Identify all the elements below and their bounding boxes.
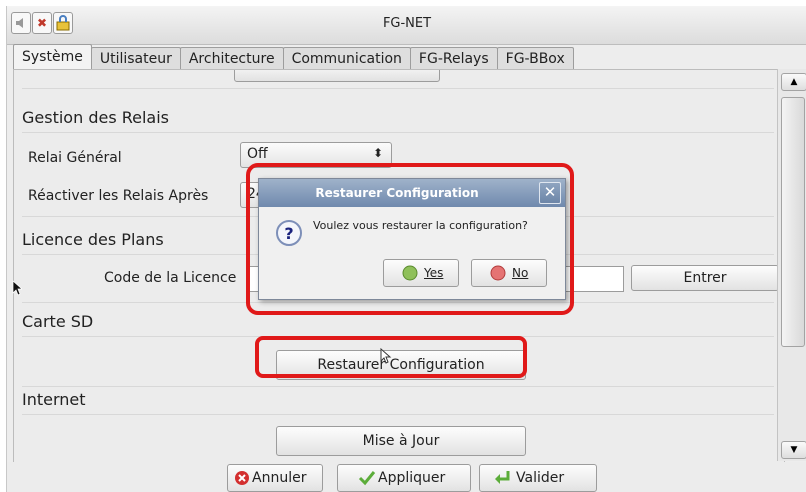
annuler-button[interactable]: Annuler [227,464,323,492]
section-gestion-relais: Gestion des Relais [22,108,170,127]
window-title: FG-NET [382,16,432,31]
divider [22,88,774,89]
tab-communication[interactable]: Communication [282,47,411,70]
tab-fg-relays[interactable]: FG-Relays [409,47,498,70]
scroll-thumb[interactable] [781,97,805,347]
tab-architecture[interactable]: Architecture [179,47,284,70]
divider [22,132,774,133]
tab-bar: Système Utilisateur Architecture Communi… [13,44,574,70]
footer-bar: Annuler Appliquer Valider [7,462,806,492]
entrer-button[interactable]: Entrer [631,265,779,291]
divider [22,386,774,387]
arrow-icon [494,470,512,490]
reactiver-label: Réactiver les Relais Après [28,188,209,204]
cancel-icon [234,470,250,490]
annuler-label: Annuler [252,470,307,486]
scroll-up-icon[interactable]: ▲ [781,73,806,91]
tab-fg-bbox[interactable]: FG-BBox [496,47,574,70]
tab-utilisateur[interactable]: Utilisateur [90,47,181,70]
section-carte-sd: Carte SD [22,312,94,331]
valider-button[interactable]: Valider [479,464,597,492]
partial-control [234,70,440,82]
divider [22,414,774,415]
section-internet: Internet [22,390,86,409]
tab-systeme[interactable]: Système [13,44,92,70]
section-licence: Licence des Plans [22,230,164,249]
mouse-pointer-icon [12,280,22,296]
scroll-down-icon[interactable]: ▼ [781,441,806,459]
title-bar: ✖ FG-NET [7,6,806,45]
code-licence-label: Code de la Licence [104,270,237,286]
check-icon [358,470,376,490]
relai-general-value: Off [247,146,268,162]
updown-icon: ⬍ [372,146,383,160]
appliquer-button[interactable]: Appliquer [337,464,471,492]
valider-label: Valider [516,470,565,486]
hand-cursor-icon [380,348,392,364]
vertical-scrollbar[interactable]: ▲ ▼ [777,69,806,461]
dialog-highlight [246,163,574,315]
mise-a-jour-button[interactable]: Mise à Jour [276,426,526,456]
relai-general-label: Relai Général [28,150,122,166]
appliquer-label: Appliquer [378,470,446,486]
